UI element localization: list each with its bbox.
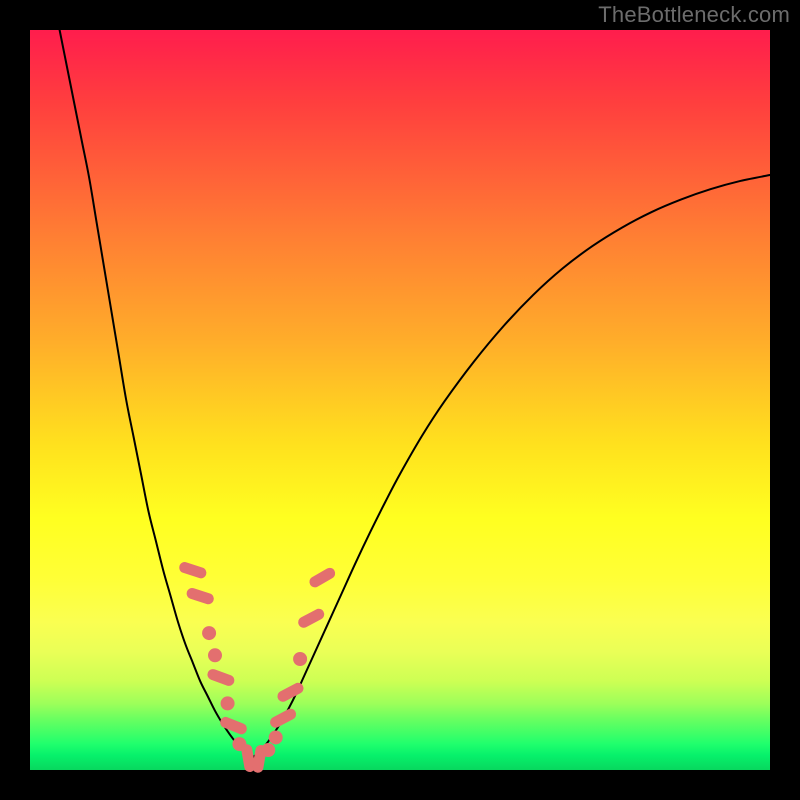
marker-pill (276, 681, 306, 704)
marker-pill (307, 566, 337, 590)
watermark-text: TheBottleneck.com (598, 2, 790, 28)
marker-dot (261, 743, 275, 757)
marker-pill (218, 715, 248, 736)
marker-pill (178, 561, 208, 580)
chart-stage: TheBottleneck.com (0, 0, 800, 800)
marker-dot (221, 696, 235, 710)
plot-svg (30, 30, 770, 770)
marker-pill (296, 607, 326, 630)
marker-dot (208, 648, 222, 662)
marker-dot (269, 730, 283, 744)
marker-dot (293, 652, 307, 666)
marker-pill (185, 587, 215, 606)
curve-left-branch (60, 30, 252, 758)
plot-area (30, 30, 770, 770)
marker-dot (202, 626, 216, 640)
marker-pill (206, 668, 236, 688)
curve-layer (60, 30, 770, 758)
marker-layer (178, 561, 337, 774)
marker-pill (268, 707, 298, 730)
curve-right-branch (252, 175, 770, 758)
